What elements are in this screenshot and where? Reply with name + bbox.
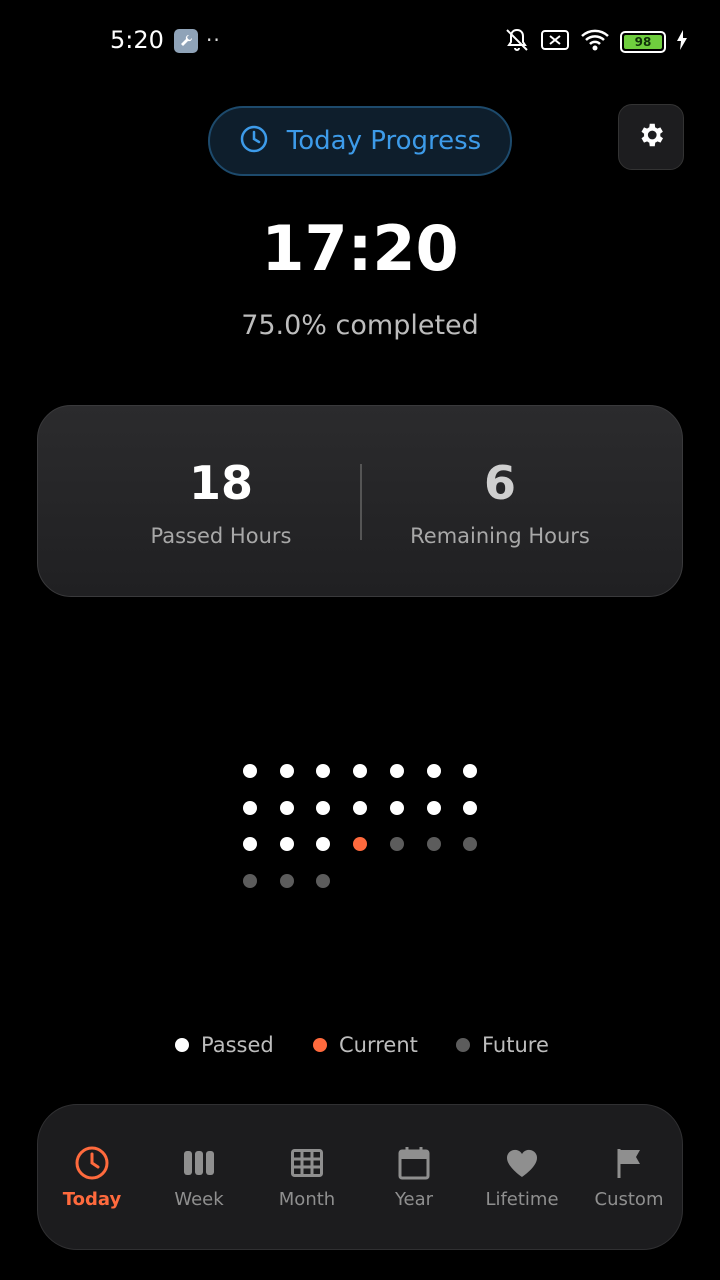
week-columns-icon (181, 1145, 217, 1181)
legend-future-dot (456, 1038, 470, 1052)
hour-dot-passed (279, 837, 294, 852)
notification-dots: ·· (206, 28, 221, 52)
hour-dot-passed (243, 837, 257, 852)
hour-dot-passed (353, 800, 368, 815)
clock-icon (239, 124, 269, 158)
bottom-nav: Today Week Month Year Lifetime Custom (37, 1104, 683, 1250)
heart-icon (504, 1145, 540, 1181)
hour-dot-future (279, 874, 294, 889)
nav-lifetime-label: Lifetime (485, 1189, 559, 1210)
passed-hours-value: 18 (188, 456, 253, 510)
hour-dot-passed (316, 764, 331, 778)
hour-dot-current (353, 837, 368, 852)
today-progress-pill[interactable]: Today Progress (208, 106, 512, 176)
pill-label: Today Progress (286, 126, 482, 156)
wifi-icon (580, 28, 610, 56)
hour-dot-passed (316, 837, 331, 852)
legend-passed-dot (175, 1038, 189, 1052)
hour-dot-passed (243, 764, 257, 778)
nav-custom-label: Custom (594, 1189, 664, 1210)
legend-future-label: Future (482, 1033, 549, 1057)
wrench-icon (174, 29, 198, 53)
legend-passed: Passed (175, 1033, 274, 1057)
hour-dot-passed (353, 764, 368, 778)
nav-month-label: Month (278, 1189, 336, 1210)
status-time: 5:20 (110, 26, 164, 54)
clock-icon (74, 1145, 110, 1181)
battery-level: 98 (624, 35, 662, 49)
legend-current: Current (313, 1033, 418, 1057)
legend: Passed Current Future (0, 1033, 720, 1059)
remaining-hours-label: Remaining Hours (410, 524, 590, 548)
nav-today[interactable]: Today (38, 1145, 146, 1210)
settings-button[interactable] (618, 104, 684, 170)
remaining-hours-value: 6 (483, 456, 516, 510)
hour-dot-future (463, 837, 478, 852)
stats-card: 18 Passed Hours 6 Remaining Hours (37, 405, 683, 597)
hour-dot-passed (316, 800, 331, 815)
nav-today-label: Today (62, 1189, 122, 1210)
legend-current-label: Current (339, 1033, 418, 1057)
hour-dot-future (389, 837, 404, 852)
nav-week[interactable]: Week (145, 1145, 253, 1210)
completed-text: 75.0% completed (241, 310, 479, 341)
current-time: 17:20 (261, 212, 459, 285)
calendar-icon (396, 1145, 432, 1181)
nav-year[interactable]: Year (360, 1145, 468, 1210)
status-bar: 5:20 ·· 98 (0, 0, 720, 84)
nav-lifetime[interactable]: Lifetime (468, 1145, 576, 1210)
passed-hours-label: Passed Hours (150, 524, 292, 548)
bell-off-icon (504, 27, 530, 57)
flag-icon (611, 1145, 647, 1181)
hour-dot-passed (279, 800, 294, 815)
sim-x-icon (540, 28, 570, 56)
legend-future: Future (456, 1033, 549, 1057)
legend-current-dot (313, 1038, 327, 1052)
legend-passed-label: Passed (201, 1033, 274, 1057)
hour-dot-passed (426, 800, 441, 815)
hour-dot-passed (243, 800, 257, 815)
hour-dot-future (316, 874, 331, 889)
battery-icon: 98 (620, 31, 666, 53)
hour-dot-passed (463, 800, 478, 815)
grid-icon (289, 1145, 325, 1181)
hour-dot-passed (389, 800, 404, 815)
hour-dot-passed (463, 764, 478, 778)
hour-dot-passed (279, 764, 294, 778)
remaining-hours-stat: 6 Remaining Hours (350, 456, 650, 548)
hour-dot-future (426, 837, 441, 852)
charging-icon (676, 30, 688, 54)
passed-hours-stat: 18 Passed Hours (71, 456, 371, 548)
nav-month[interactable]: Month (253, 1145, 361, 1210)
nav-year-label: Year (394, 1189, 434, 1210)
nav-custom[interactable]: Custom (575, 1145, 683, 1210)
hour-dot-future (243, 874, 257, 889)
nav-week-label: Week (174, 1189, 224, 1210)
hour-dot-passed (389, 764, 404, 778)
hour-dot-passed (426, 764, 441, 778)
gear-icon (636, 120, 666, 154)
